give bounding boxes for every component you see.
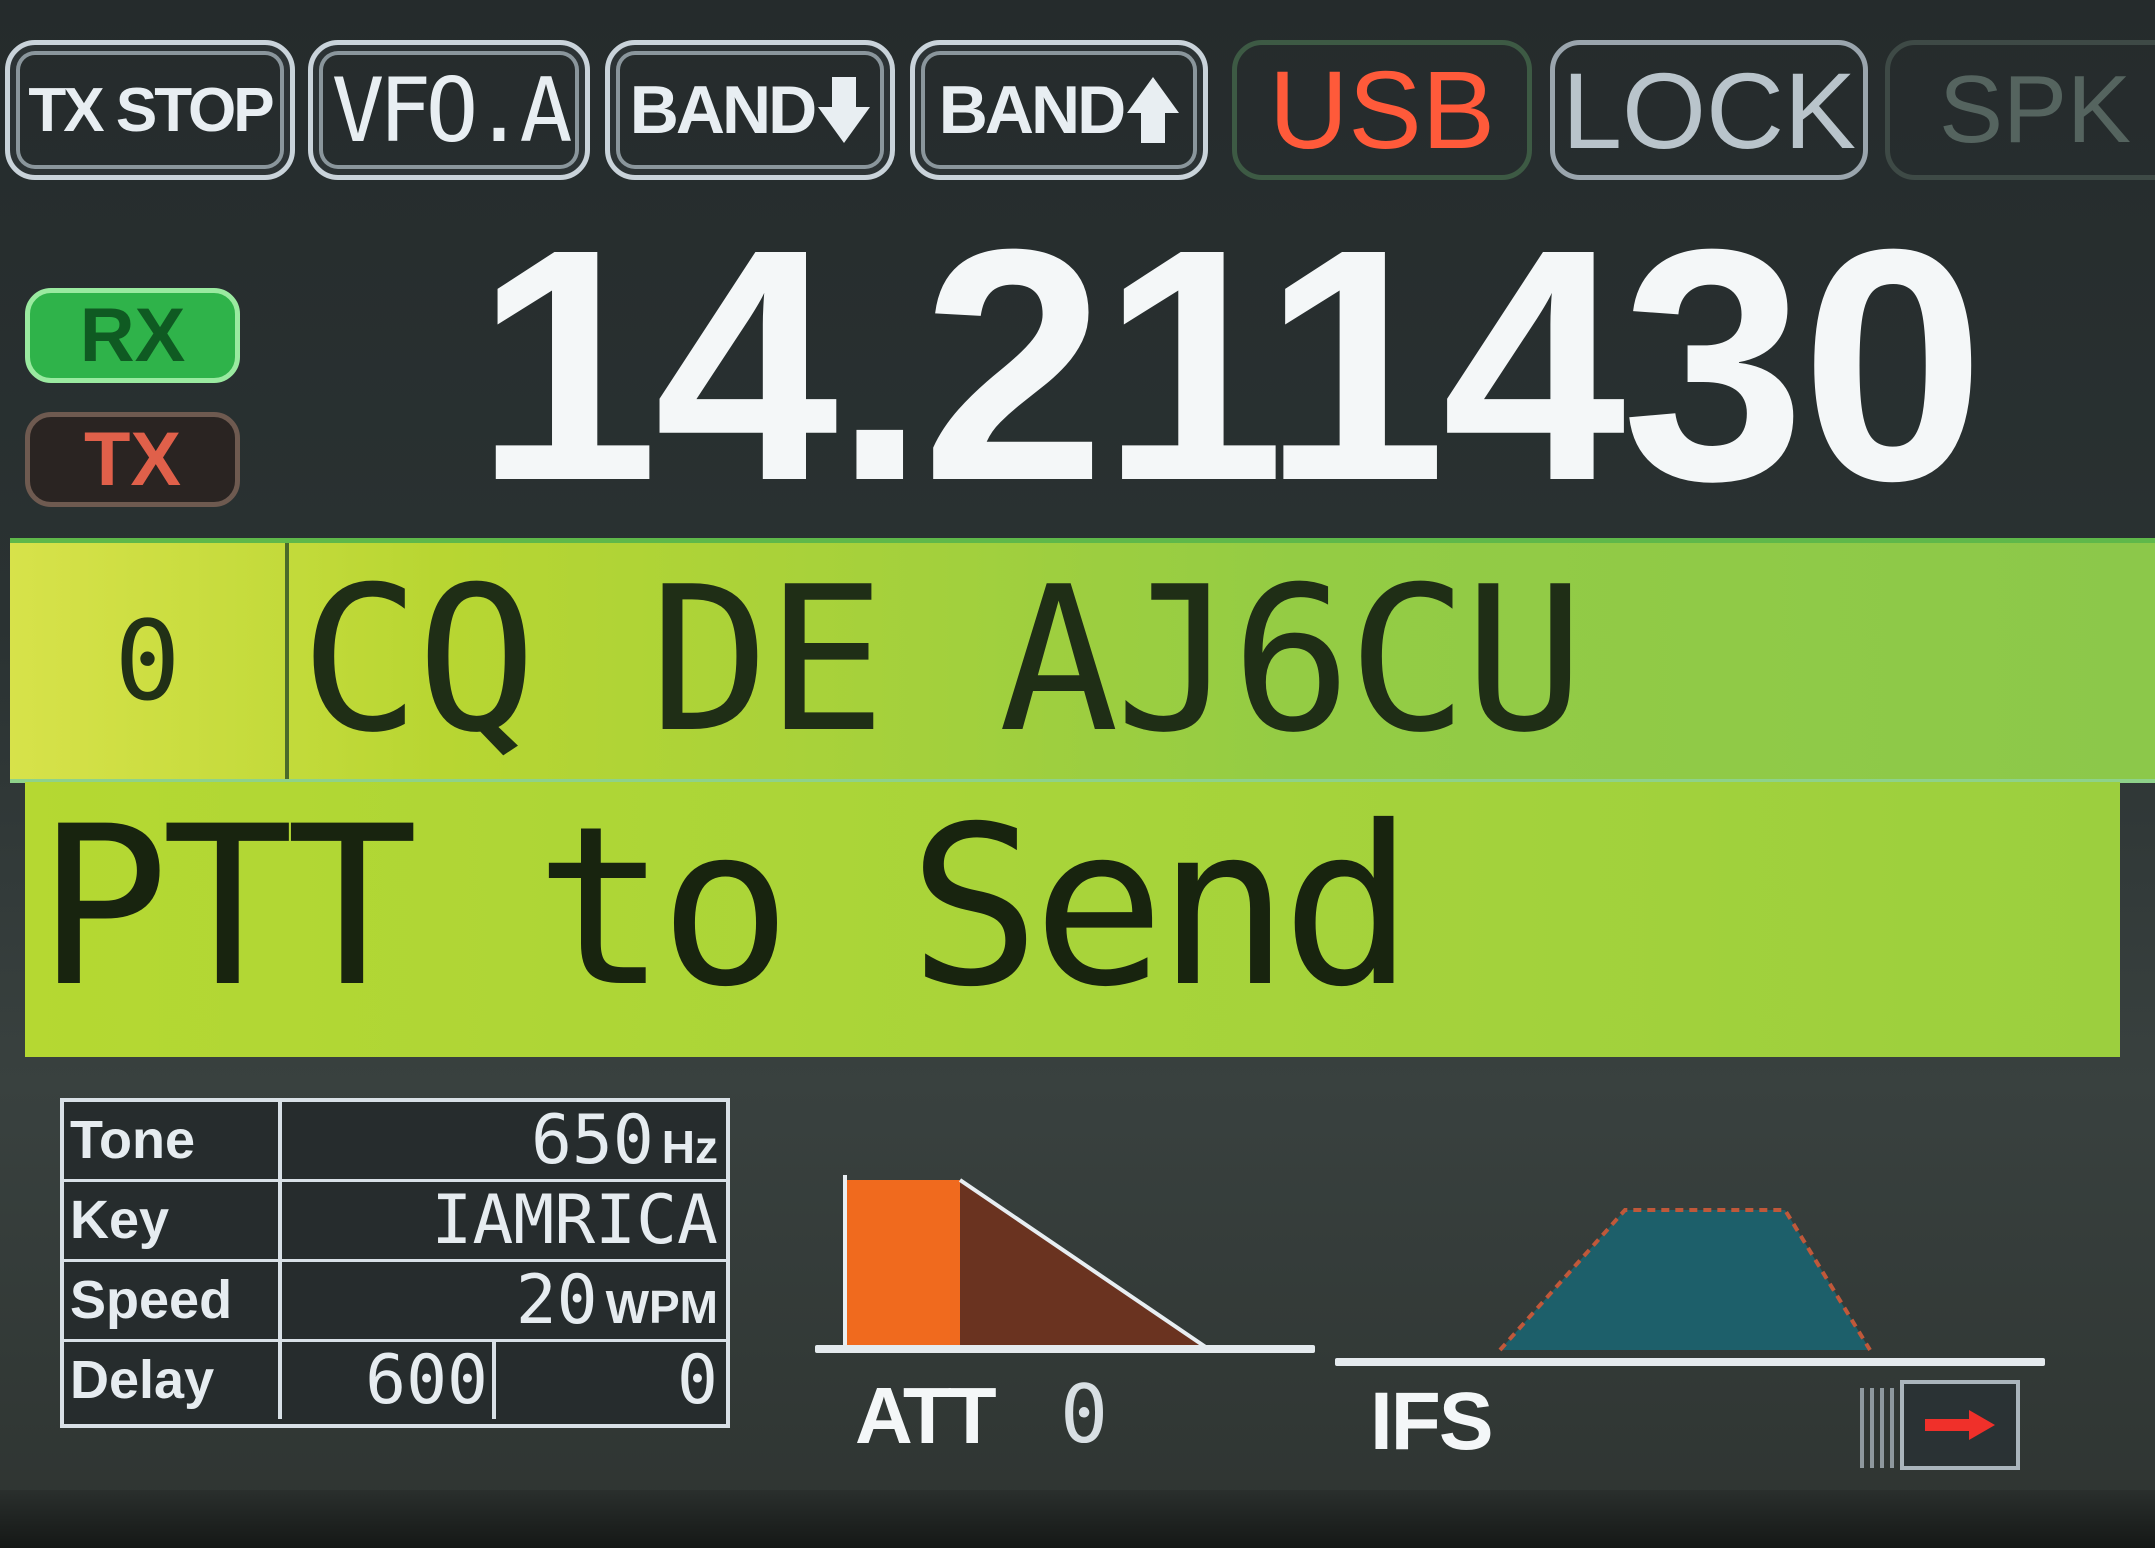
rx-indicator: RX [25,288,240,383]
arrow-up-icon [1127,77,1180,143]
ifs-label: IFS [1370,1376,1494,1467]
next-button-stripes [1860,1388,1896,1468]
att-fill-bar [845,1180,960,1350]
delay-row[interactable]: Delay 600 0 [64,1342,726,1422]
tx-stop-button[interactable]: TX STOP [5,40,295,180]
status-panel: PTT to Send [25,782,2120,1057]
speed-value: 20 WPM [286,1262,718,1339]
vfo-button[interactable]: VFO.A [308,40,590,180]
band-down-label: BAND [629,72,817,148]
mode-button[interactable]: USB [1232,40,1532,180]
status-text: PTT to Send [37,779,1414,1035]
top-toolbar: TX STOP VFO.A BAND BAND USB LOCK SPK [0,0,2155,200]
arrow-down-icon [818,77,871,143]
radio-screen: TX STOP VFO.A BAND BAND USB LOCK SPK RX … [0,0,2155,1548]
key-value: IAMRICA [431,1181,718,1260]
delay-label: Delay [70,1342,282,1419]
tone-row[interactable]: Tone 650 Hz [64,1102,726,1182]
vfo-label: VFO.A [331,58,573,162]
cw-message-text: CQ DE AJ6CU [300,544,1585,777]
mode-label: USB [1268,48,1496,172]
speaker-label: SPK [1938,56,2132,163]
speed-row[interactable]: Speed 20 WPM [64,1262,726,1342]
att-value: 0 [1060,1368,1109,1461]
cw-message-index: 0 [10,543,289,779]
att-filter-graph[interactable] [810,1150,1315,1360]
delay-values: 600 0 [286,1342,726,1419]
band-up-button[interactable]: BAND [910,40,1208,180]
ifs-filter-graph[interactable] [1335,1190,2045,1365]
tx-indicator: TX [25,412,240,507]
speed-label: Speed [70,1262,282,1339]
ifs-passband [1500,1210,1870,1350]
next-page-button[interactable] [1860,1380,2020,1470]
band-up-label: BAND [938,72,1126,148]
screen-bezel [0,1490,2155,1548]
frequency-display[interactable]: 14.211430 [475,195,2155,535]
tx-stop-label: TX STOP [28,75,274,145]
speed-unit: WPM [605,1281,718,1333]
arrow-right-shape [1925,1410,1995,1440]
lock-button[interactable]: LOCK [1550,40,1868,180]
arrow-right-icon [1900,1380,2020,1470]
att-baseline [815,1345,1315,1353]
key-label: Key [70,1182,282,1259]
key-row[interactable]: Key IAMRICA [64,1182,726,1262]
ifs-baseline [1335,1358,2045,1366]
speed-number: 20 [515,1261,598,1340]
lock-label: LOCK [1561,49,1857,171]
speaker-button[interactable]: SPK [1885,40,2155,180]
tone-value: 650 Hz [286,1102,718,1179]
delay-value-1: 600 [286,1342,496,1419]
tone-label: Tone [70,1102,282,1179]
att-label: ATT [855,1371,997,1460]
tone-unit: Hz [661,1121,718,1173]
cw-settings-table: Tone 650 Hz Key IAMRICA Speed 20 WPM Delay… [60,1098,730,1428]
delay-value-2: 0 [677,1341,718,1420]
cw-message-row[interactable]: 0 CQ DE AJ6CU [10,538,2155,783]
band-down-button[interactable]: BAND [605,40,895,180]
tone-number: 650 [530,1101,654,1180]
